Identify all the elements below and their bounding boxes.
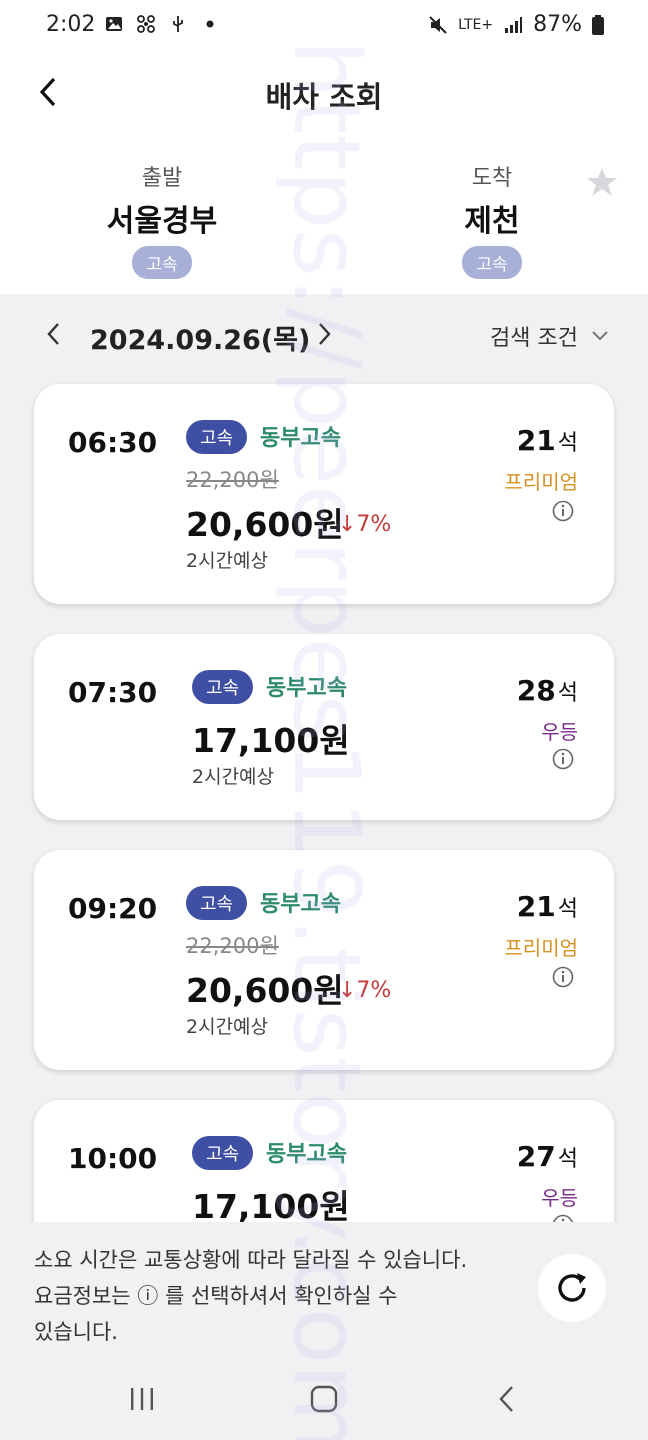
seat-unit: 석 xyxy=(557,431,578,456)
signal-icon xyxy=(505,16,523,33)
pinwheel-icon xyxy=(137,15,155,33)
home-icon xyxy=(310,1385,338,1413)
next-date-button[interactable] xyxy=(310,320,338,348)
departure-info: 출발 서울경부 고속 xyxy=(52,160,272,279)
schedule-card[interactable]: 09:20 고속 동부고속 22,200원 20,600원 ↓7% 2시간예상 … xyxy=(34,850,614,1070)
remaining-seats: 27석 xyxy=(517,1140,578,1173)
fare-price: 20,600원 xyxy=(186,505,344,544)
info-icon[interactable] xyxy=(552,966,574,988)
schedule-card[interactable]: 06:30 고속 동부고속 22,200원 20,600원 ↓7% 2시간예상 … xyxy=(34,384,614,604)
seat-grade: 우등 xyxy=(541,1186,578,1210)
chevron-down-icon xyxy=(592,331,608,341)
departure-time: 07:30 xyxy=(68,676,158,709)
favorite-star-icon[interactable] xyxy=(586,166,618,198)
seat-grade: 프리미엄 xyxy=(504,470,578,494)
arrival-label: 도착 xyxy=(471,166,513,191)
refresh-button[interactable] xyxy=(538,1254,606,1322)
seat-unit: 석 xyxy=(557,681,578,706)
selected-date[interactable]: 2024.09.26(목) xyxy=(90,318,310,357)
seat-grade: 프리미엄 xyxy=(504,936,578,960)
trip-duration: 2시간예상 xyxy=(192,766,275,788)
departure-time: 09:20 xyxy=(68,892,158,925)
recent-apps-button[interactable] xyxy=(122,1382,162,1416)
departure-label: 출발 xyxy=(141,166,183,191)
info-icon[interactable] xyxy=(552,748,574,770)
arrival-station: 제천 xyxy=(464,204,520,239)
bus-company: 동부고속 xyxy=(260,892,341,917)
refresh-icon xyxy=(558,1273,586,1302)
back-icon xyxy=(499,1386,513,1412)
seat-count: 27 xyxy=(516,1140,556,1173)
bus-schedule-list: 06:30 고속 동부고속 22,200원 20,600원 ↓7% 2시간예상 … xyxy=(0,378,648,1222)
search-filter-button[interactable]: 검색 조건 xyxy=(490,320,610,352)
seat-unit: 석 xyxy=(557,1147,578,1172)
status-system-icons: LTE+ 87% xyxy=(428,12,604,37)
remaining-seats: 21석 xyxy=(517,424,578,457)
bus-company: 동부고속 xyxy=(266,1142,347,1167)
battery-percent: 87% xyxy=(533,12,582,37)
info-icon[interactable] xyxy=(552,500,574,522)
home-button[interactable] xyxy=(304,1382,344,1416)
departure-time: 10:00 xyxy=(68,1142,158,1175)
page-title: 배차 조회 xyxy=(265,80,383,114)
notice-text: 소요 시간은 교통상황에 따라 달라질 수 있습니다. 요금정보는 ⓘ 를 선택… xyxy=(34,1242,514,1350)
trip-duration: 2시간예상 xyxy=(186,550,269,572)
status-notification-icons xyxy=(104,14,220,34)
previous-date-button[interactable] xyxy=(40,320,68,348)
recent-apps-icon xyxy=(131,1388,153,1410)
usb-icon xyxy=(173,16,183,32)
route-summary: 출발 서울경부 고속 도착 제천 고속 xyxy=(0,136,648,294)
departure-time: 06:30 xyxy=(68,426,158,459)
bus-grade-badge: 고속 xyxy=(192,1136,254,1170)
seat-grade: 우등 xyxy=(541,720,578,744)
original-price: 22,200원 xyxy=(186,468,279,492)
arrival-info: 도착 제천 고속 xyxy=(382,160,602,279)
status-bar: 2:02 LTE+ 87% xyxy=(0,0,648,56)
fare-price: 17,100원 xyxy=(192,1187,350,1222)
search-filter-label: 검색 조건 xyxy=(490,326,578,351)
bus-grade-badge: 고속 xyxy=(192,670,254,704)
notice-line: 요금정보는 ⓘ 를 선택하셔서 확인하실 수 xyxy=(34,1284,398,1308)
schedule-card[interactable]: 07:30 고속 동부고속 17,100원 2시간예상 28석 우등 xyxy=(34,634,614,820)
bus-company: 동부고속 xyxy=(260,426,341,451)
mute-icon xyxy=(429,15,447,34)
schedule-card[interactable]: 10:00 고속 동부고속 17,100원 27석 우등 xyxy=(34,1100,614,1222)
seat-unit: 석 xyxy=(557,897,578,922)
top-app-bar: 배차 조회 xyxy=(0,56,648,136)
seat-count: 21 xyxy=(516,890,556,923)
notice-line: 있습니다. xyxy=(34,1320,118,1344)
departure-station: 서울경부 xyxy=(106,204,218,239)
remaining-seats: 28석 xyxy=(517,674,578,707)
network-type: LTE+ xyxy=(458,16,494,33)
seat-count: 28 xyxy=(516,674,556,707)
image-icon xyxy=(106,17,122,31)
arrival-terminal-badge: 고속 xyxy=(462,246,522,279)
status-time: 2:02 xyxy=(46,12,96,37)
footer-notice: 소요 시간은 교통상황에 따라 달라질 수 있습니다. 요금정보는 ⓘ 를 선택… xyxy=(0,1222,648,1358)
bus-grade-badge: 고속 xyxy=(186,886,248,920)
info-icon[interactable] xyxy=(552,1214,574,1222)
seat-count: 21 xyxy=(516,424,556,457)
battery-icon xyxy=(592,14,604,35)
system-back-button[interactable] xyxy=(486,1382,526,1416)
remaining-seats: 21석 xyxy=(517,890,578,923)
notice-line: 소요 시간은 교통상황에 따라 달라질 수 있습니다. xyxy=(34,1248,468,1272)
system-navigation-bar xyxy=(0,1358,648,1440)
bus-company: 동부고속 xyxy=(266,676,347,701)
trip-duration: 2시간예상 xyxy=(186,1016,269,1038)
discount-rate: ↓7% xyxy=(338,512,392,537)
original-price: 22,200원 xyxy=(186,934,279,958)
fare-price: 17,100원 xyxy=(192,721,350,760)
discount-rate: ↓7% xyxy=(338,978,392,1003)
dot-icon xyxy=(206,20,214,28)
bus-grade-badge: 고속 xyxy=(186,420,248,454)
departure-terminal-badge: 고속 xyxy=(132,246,192,279)
date-bar: 2024.09.26(목) 검색 조건 xyxy=(0,294,648,378)
fare-price: 20,600원 xyxy=(186,971,344,1010)
